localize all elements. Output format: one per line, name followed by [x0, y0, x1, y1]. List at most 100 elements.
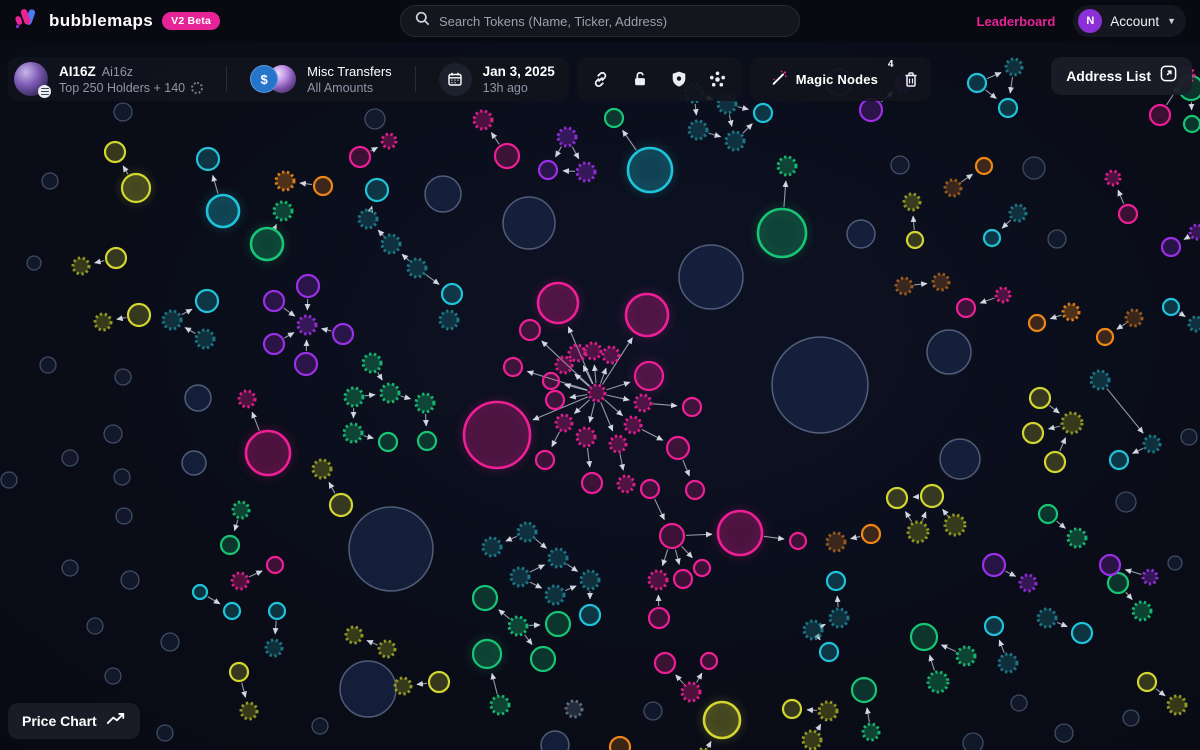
bubble-node-dashed[interactable] [264, 638, 284, 658]
bubble-node-dashed[interactable] [272, 200, 294, 222]
bubble-node[interactable] [756, 207, 808, 259]
bubble-node[interactable] [983, 615, 1005, 637]
bubble-node-dashed[interactable] [507, 615, 529, 637]
bubble-node-dashed[interactable] [361, 352, 383, 374]
bubble-node-dashed[interactable] [776, 155, 798, 177]
bubble-node-dashed[interactable] [93, 312, 113, 332]
bubble-node[interactable] [265, 555, 285, 575]
trash-icon[interactable] [898, 66, 924, 92]
bubble-node-dashed[interactable] [583, 341, 603, 361]
bubble-node[interactable] [262, 289, 286, 313]
bubble-node[interactable] [699, 651, 719, 671]
bubble-node[interactable] [684, 479, 706, 501]
link-icon[interactable] [590, 68, 612, 90]
bubble-node-dashed[interactable] [825, 531, 847, 553]
bubble-node-dashed[interactable] [1036, 607, 1058, 629]
bubble-node[interactable] [752, 102, 774, 124]
bubble-node[interactable] [518, 318, 542, 342]
bubble-node[interactable] [331, 322, 355, 346]
bubble-node-dashed[interactable] [687, 119, 709, 141]
bubble-node[interactable] [919, 483, 945, 509]
magic-nodes-button[interactable]: Magic Nodes 4 [757, 59, 893, 95]
bubble-node[interactable] [885, 486, 909, 510]
bubble-node-dashed[interactable] [1187, 315, 1200, 333]
bubble-node-dashed[interactable] [1124, 308, 1144, 328]
bubble-node[interactable] [1160, 236, 1182, 258]
address-list-button[interactable]: Address List [1051, 57, 1192, 95]
bubble-node-dashed[interactable] [601, 345, 621, 365]
bubble-node[interactable] [249, 226, 285, 262]
bubble-node[interactable] [974, 156, 994, 176]
bubble-node[interactable] [493, 142, 521, 170]
bubble-node[interactable] [825, 570, 847, 592]
bubble-node[interactable] [1136, 671, 1158, 693]
bubble-node-dashed[interactable] [1142, 434, 1162, 454]
bubble-node[interactable] [194, 288, 220, 314]
bubble-node-dashed[interactable] [231, 500, 251, 520]
bubble-node[interactable] [633, 360, 665, 392]
bubble-node[interactable] [222, 601, 242, 621]
bubble-node-dashed[interactable] [194, 328, 216, 350]
bubble-node[interactable] [462, 400, 532, 470]
bubble-node[interactable] [348, 145, 372, 169]
account-menu[interactable]: N Account ▼ [1073, 5, 1186, 37]
bubble-node-dashed[interactable] [472, 109, 494, 131]
bubble-node-dashed[interactable] [239, 701, 259, 721]
bubble-node-dashed[interactable] [828, 607, 850, 629]
bubble-node-dashed[interactable] [554, 413, 574, 433]
bubble-node[interactable] [639, 478, 661, 500]
bubble-node[interactable] [427, 670, 451, 694]
bubble-node-dashed[interactable] [393, 676, 413, 696]
price-chart-button[interactable]: Price Chart [8, 703, 140, 739]
bubble-node-dashed[interactable] [997, 652, 1019, 674]
bubble-node-dashed[interactable] [544, 584, 566, 606]
bubble-node-dashed[interactable] [357, 208, 379, 230]
bubble-node[interactable] [267, 601, 287, 621]
bubble-node-dashed[interactable] [894, 276, 914, 296]
bubble-node[interactable] [262, 332, 286, 356]
bubble-node[interactable] [195, 146, 221, 172]
bubble-node-dashed[interactable] [579, 569, 601, 591]
bubble-node-dashed[interactable] [556, 126, 578, 148]
bubble-node-dashed[interactable] [575, 161, 597, 183]
unlock-icon[interactable] [629, 68, 651, 90]
bubble-node-dashed[interactable] [724, 130, 746, 152]
bubble-node[interactable] [1027, 313, 1047, 333]
bubble-node-dashed[interactable] [379, 382, 401, 404]
bubble-node[interactable] [580, 471, 604, 495]
token-search[interactable] [400, 5, 800, 37]
bubble-node[interactable] [1095, 327, 1115, 347]
bubble-node-dashed[interactable] [547, 547, 569, 569]
bubble-node[interactable] [416, 430, 438, 452]
bubble-node-dashed[interactable] [902, 192, 922, 212]
bubble-node[interactable] [191, 583, 209, 601]
bubble-node[interactable] [603, 107, 625, 129]
bubble-node-dashed[interactable] [943, 513, 967, 537]
bubble-node-dashed[interactable] [1018, 573, 1038, 593]
bubble-node[interactable] [647, 606, 671, 630]
bubble-node[interactable] [328, 492, 354, 518]
bubble-node-dashed[interactable] [906, 520, 930, 544]
bubble-node[interactable] [1098, 553, 1122, 577]
brand[interactable]: bubblemaps V2 Beta [14, 8, 221, 35]
bubble-node-dashed[interactable] [926, 670, 950, 694]
bubble-node[interactable] [1028, 386, 1052, 410]
bubble-node-dashed[interactable] [943, 178, 963, 198]
bubble-node-dashed[interactable] [509, 566, 531, 588]
bubble-node[interactable] [1108, 449, 1130, 471]
bubble-node[interactable] [126, 302, 152, 328]
bubble-node-dashed[interactable] [481, 536, 503, 558]
bubble-node[interactable] [541, 371, 561, 391]
bubble-node[interactable] [681, 396, 703, 418]
bubble-node-dashed[interactable] [616, 474, 636, 494]
search-input[interactable] [439, 13, 785, 29]
bubble-node[interactable] [997, 97, 1019, 119]
bubble-node-dashed[interactable] [554, 355, 574, 375]
bubble-node[interactable] [1070, 621, 1094, 645]
bubble-node-dashed[interactable] [311, 458, 333, 480]
bubble-node-dashed[interactable] [801, 729, 823, 750]
bubble-node[interactable] [1182, 114, 1200, 134]
bubble-node[interactable] [219, 534, 241, 556]
bubble-node[interactable] [665, 435, 691, 461]
bubble-node-dashed[interactable] [994, 286, 1012, 304]
